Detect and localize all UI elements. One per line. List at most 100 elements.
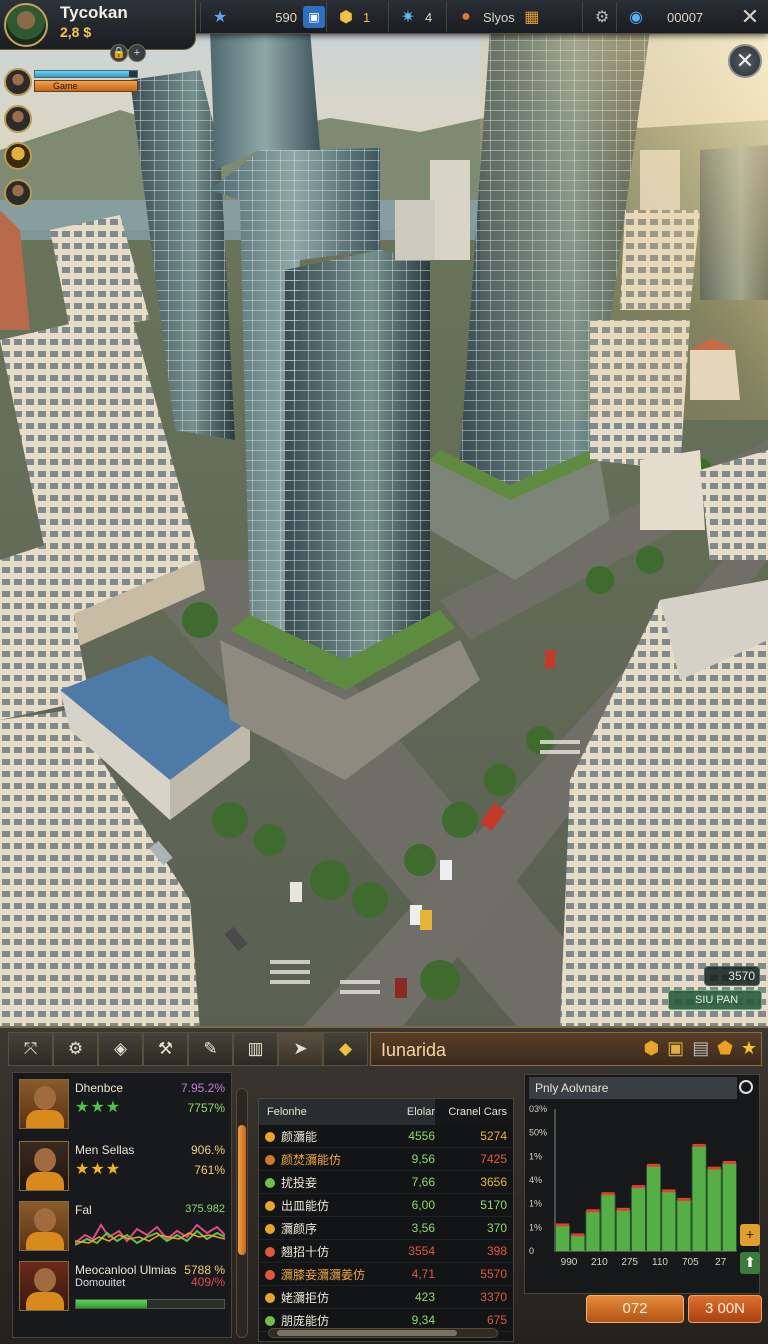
row-name: 翘招十仿	[259, 1243, 385, 1260]
row-name: 瀰膝妾瀰瀰姜仿	[259, 1266, 385, 1283]
gold-tool-button[interactable]: ◆	[323, 1032, 368, 1066]
table-row[interactable]: 颜焚瀰能仿 9,56 7425	[259, 1148, 513, 1171]
chart-marker	[571, 1233, 585, 1237]
settings-tool-button[interactable]: ⚙	[53, 1032, 98, 1066]
resource-gem[interactable]: ✷ 4	[388, 2, 440, 32]
up-arrow-button[interactable]: ⬆	[740, 1252, 760, 1274]
side-avatar-4[interactable]	[4, 179, 32, 207]
table-row[interactable]: 姥瀰拒仿 423 3370	[259, 1286, 513, 1309]
save-disk-icon: ▣	[303, 6, 325, 28]
blue-gem-icon: ✷	[401, 9, 415, 26]
resource-gold[interactable]: ⬢ 1	[326, 2, 378, 32]
table-row[interactable]: 颜瀰能 4556 5274	[259, 1125, 513, 1148]
medal-icon[interactable]: ⬟	[717, 1038, 733, 1059]
resource-star[interactable]: ★ 590 ▣	[200, 2, 333, 32]
resource-cookie[interactable]: ● Slyos ▦	[446, 2, 551, 32]
status-dot-icon	[265, 1247, 275, 1258]
chart-bar[interactable]	[571, 1235, 585, 1251]
add-button[interactable]: +	[740, 1224, 760, 1246]
side-avatar-2[interactable]	[4, 105, 32, 133]
pen-tool-button[interactable]: ✎	[188, 1032, 233, 1066]
table-row[interactable]: 翘招十仿 3554 398	[259, 1240, 513, 1263]
cookie-icon: ●	[461, 8, 471, 25]
send-icon: ➤	[293, 1039, 308, 1058]
dice-icon[interactable]: ▣	[667, 1038, 684, 1059]
list-item[interactable]: Fal 375.982	[19, 1197, 225, 1255]
gold-hexagon-icon: ⬢	[339, 9, 353, 26]
table-row[interactable]: 扰投妾 7,66 3656	[259, 1171, 513, 1194]
chart-marker	[647, 1163, 661, 1167]
chart-bar[interactable]	[586, 1211, 600, 1251]
lock-icon[interactable]: 🔒	[110, 44, 128, 62]
side-avatar-3[interactable]	[4, 142, 32, 170]
target-tool-button[interactable]: ◈	[98, 1032, 143, 1066]
row-value-a: 9,56	[411, 1152, 435, 1166]
chart-marker	[677, 1197, 691, 1201]
chart-bar[interactable]	[631, 1187, 645, 1251]
map-tool-button[interactable]: ⤧	[8, 1032, 53, 1066]
city-scene[interactable]	[0, 0, 768, 1030]
table-body: 颜瀰能 4556 5274 颜焚瀰能仿 9,56 7425 扰投妾 7,66 3656 出皿能仿 6…	[259, 1125, 513, 1332]
book-icon: ▥	[247, 1039, 264, 1058]
row-value-a: 9,34	[411, 1313, 435, 1327]
panel-title: Iunarida	[381, 1040, 447, 1060]
rating-stars: ★★★	[75, 1099, 122, 1116]
x-tick-label: 990	[561, 1257, 578, 1268]
status-dot-icon	[265, 1155, 275, 1166]
row-value-b: 5170	[480, 1198, 507, 1212]
chart-bar[interactable]	[556, 1225, 570, 1251]
chart-marker	[631, 1185, 645, 1189]
list-scrollbar[interactable]	[236, 1088, 248, 1338]
chart-bar[interactable]	[707, 1168, 721, 1251]
build-tool-button[interactable]: ⚒	[143, 1032, 188, 1066]
star-icon[interactable]: ★	[741, 1038, 757, 1059]
chart-toggle-icon[interactable]	[739, 1080, 753, 1094]
table-row[interactable]: 瀰颜序 3,56 370	[259, 1217, 513, 1240]
chart-bar[interactable]	[722, 1162, 736, 1251]
chart-bar[interactable]	[677, 1199, 691, 1251]
panel-title-bar: Iunarida ⬢ ▣ ▤ ⬟ ★	[370, 1032, 762, 1066]
side-avatar-1[interactable]	[4, 68, 32, 96]
row-value-b: 3656	[480, 1175, 507, 1189]
list-item[interactable]: Men Sellas 906.% ★★★ 761%	[19, 1137, 225, 1195]
player-avatar[interactable]	[4, 3, 48, 47]
table-row[interactable]: 瀰膝妾瀰瀰姜仿 4,71 5570	[259, 1263, 513, 1286]
table-scrollbar[interactable]	[268, 1328, 498, 1338]
y-tick-label: 1%	[529, 1222, 542, 1232]
chart-bar[interactable]	[601, 1194, 615, 1251]
progress-bar	[75, 1299, 225, 1309]
row-value-a: 4,71	[411, 1267, 435, 1281]
row-value-a: 3554	[408, 1244, 435, 1258]
card-icon[interactable]: ▤	[692, 1038, 709, 1059]
confirm-button[interactable]: 072	[586, 1295, 684, 1323]
list-item[interactable]: Dhenbce 7.95.2% ★★★ 7757%	[19, 1075, 225, 1133]
chart-bar[interactable]	[647, 1165, 661, 1251]
resource-globe[interactable]: ◉ 00007	[616, 2, 736, 32]
chart-marker	[707, 1166, 721, 1170]
table-row[interactable]: 出皿能仿 6,00 5170	[259, 1194, 513, 1217]
y-tick-label: 50%	[529, 1128, 547, 1138]
chart-bar[interactable]	[692, 1145, 706, 1251]
status-dot-icon	[265, 1270, 275, 1281]
close-icon[interactable]: ✕	[736, 3, 764, 31]
avatar	[19, 1079, 69, 1129]
gold-chest-icon[interactable]: ⬢	[643, 1038, 659, 1059]
list-item[interactable]: Meocanlool Ulmias Domouitet 5788 % 409/%	[19, 1257, 225, 1315]
row-name: 姥瀰拒仿	[259, 1289, 385, 1306]
y-tick-label: 0	[529, 1246, 534, 1256]
management-panel: ⤧ ⚙ ◈ ⚒ ✎ ▥ ➤ ◆ Iunarida ⬢ ▣ ▤ ⬟ ★ Dhenb…	[0, 1026, 768, 1344]
x-tick-label: 705	[682, 1257, 699, 1268]
avatar	[19, 1201, 69, 1251]
navigate-tool-button[interactable]: ➤	[278, 1032, 323, 1066]
status-dot-icon	[265, 1178, 275, 1189]
add-icon[interactable]: +	[128, 44, 146, 62]
book-tool-button[interactable]: ▥	[233, 1032, 278, 1066]
player-panel[interactable]: Tycokan 2,8 $	[0, 0, 196, 50]
buy-button[interactable]: 3 00N	[688, 1295, 762, 1323]
map-status-badge[interactable]: SIU PAN	[668, 990, 762, 1010]
close-map-button[interactable]: ✕	[728, 44, 762, 78]
chart-bar[interactable]	[662, 1191, 676, 1251]
chart-bar[interactable]	[616, 1209, 630, 1251]
row-name: 扰投妾	[259, 1174, 385, 1191]
compress-icon: ⤧	[23, 1039, 38, 1058]
